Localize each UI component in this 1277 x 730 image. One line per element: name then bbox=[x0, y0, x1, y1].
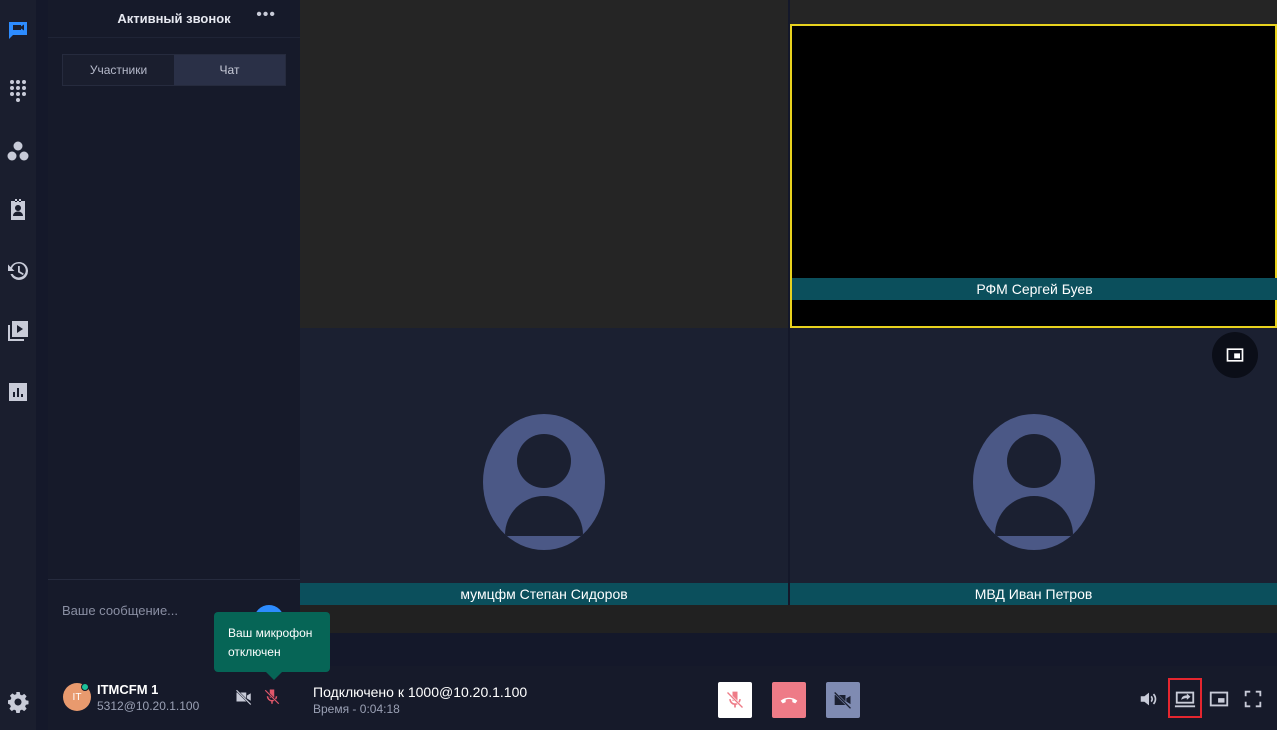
participant-name-label: мумцфм Степан Сидоров bbox=[300, 583, 788, 605]
app-window: Активный звонок ••• Участники Чат РФМ Се… bbox=[0, 0, 1277, 730]
nav-history[interactable] bbox=[4, 257, 32, 285]
connection-status: Подключено к 1000@10.20.1.100 bbox=[313, 684, 528, 700]
user-online-status bbox=[81, 683, 89, 691]
volume-icon bbox=[1140, 692, 1157, 706]
call-side-panel: Активный звонок ••• Участники Чат bbox=[48, 0, 300, 666]
hang-up-icon bbox=[780, 697, 798, 704]
history-icon bbox=[8, 261, 28, 280]
camera-off-icon bbox=[833, 691, 852, 710]
more-options-icon[interactable]: ••• bbox=[256, 6, 276, 24]
hang-up-button[interactable] bbox=[772, 682, 806, 718]
camera-off-icon bbox=[235, 689, 252, 706]
mic-off-icon bbox=[264, 689, 280, 705]
participant-name-label: МВД Иван Петров bbox=[790, 583, 1277, 605]
fullscreen-button[interactable] bbox=[1240, 686, 1266, 712]
user-extension: 5312@10.20.1.100 bbox=[97, 699, 200, 713]
avatar-placeholder-icon bbox=[483, 414, 605, 550]
stage-footer-strip bbox=[300, 605, 1277, 633]
user-mic-status[interactable] bbox=[262, 687, 282, 707]
mic-muted-tooltip: Ваш микрофон отключен bbox=[214, 612, 330, 680]
user-name: ITMCFM 1 bbox=[97, 682, 159, 697]
dialpad-icon bbox=[10, 80, 26, 102]
fullscreen-icon bbox=[1244, 690, 1262, 708]
volume-button[interactable] bbox=[1136, 686, 1162, 712]
nav-groups[interactable] bbox=[4, 137, 32, 165]
contacts-icon bbox=[11, 199, 25, 220]
mini-view-button[interactable] bbox=[1206, 686, 1232, 712]
picture-in-picture-icon bbox=[1226, 348, 1244, 362]
gear-icon bbox=[8, 692, 29, 713]
nav-statistics[interactable] bbox=[4, 378, 32, 406]
picture-in-picture-button[interactable] bbox=[1212, 332, 1258, 378]
panel-title: Активный звонок bbox=[117, 11, 231, 26]
participant-name-label: РФМ Сергей Буев bbox=[792, 278, 1277, 300]
user-camera-status[interactable] bbox=[234, 687, 254, 707]
share-screen-highlight bbox=[1168, 678, 1202, 718]
tab-chat[interactable]: Чат bbox=[174, 55, 285, 85]
toggle-microphone-button[interactable] bbox=[718, 682, 752, 718]
toggle-camera-button[interactable] bbox=[826, 682, 860, 718]
panel-header: Активный звонок ••• bbox=[48, 0, 300, 38]
groups-icon bbox=[7, 141, 29, 161]
nav-video-call[interactable] bbox=[4, 16, 32, 44]
nav-recordings[interactable] bbox=[4, 317, 32, 345]
video-call-icon bbox=[9, 22, 27, 39]
picture-in-picture-icon bbox=[1209, 691, 1229, 707]
nav-contacts[interactable] bbox=[4, 196, 32, 224]
statistics-icon bbox=[9, 383, 27, 401]
tab-participants[interactable]: Участники bbox=[63, 55, 174, 85]
call-duration: Время - 0:04:18 bbox=[313, 702, 400, 716]
settings-button[interactable] bbox=[4, 688, 32, 716]
video-stage: РФМ Сергей Буев мумцфм Степан Сидоров МВ… bbox=[300, 0, 1277, 666]
nav-dialpad[interactable] bbox=[4, 76, 32, 104]
video-tile-empty bbox=[300, 0, 788, 328]
panel-tabs: Участники Чат bbox=[62, 54, 286, 86]
nav-rail bbox=[0, 0, 36, 730]
recordings-icon bbox=[8, 321, 28, 341]
mic-off-icon bbox=[726, 691, 744, 709]
avatar-placeholder-icon bbox=[973, 414, 1095, 550]
call-control-bar: IT ITMCFM 1 5312@10.20.1.100 Подключено … bbox=[48, 666, 1277, 730]
